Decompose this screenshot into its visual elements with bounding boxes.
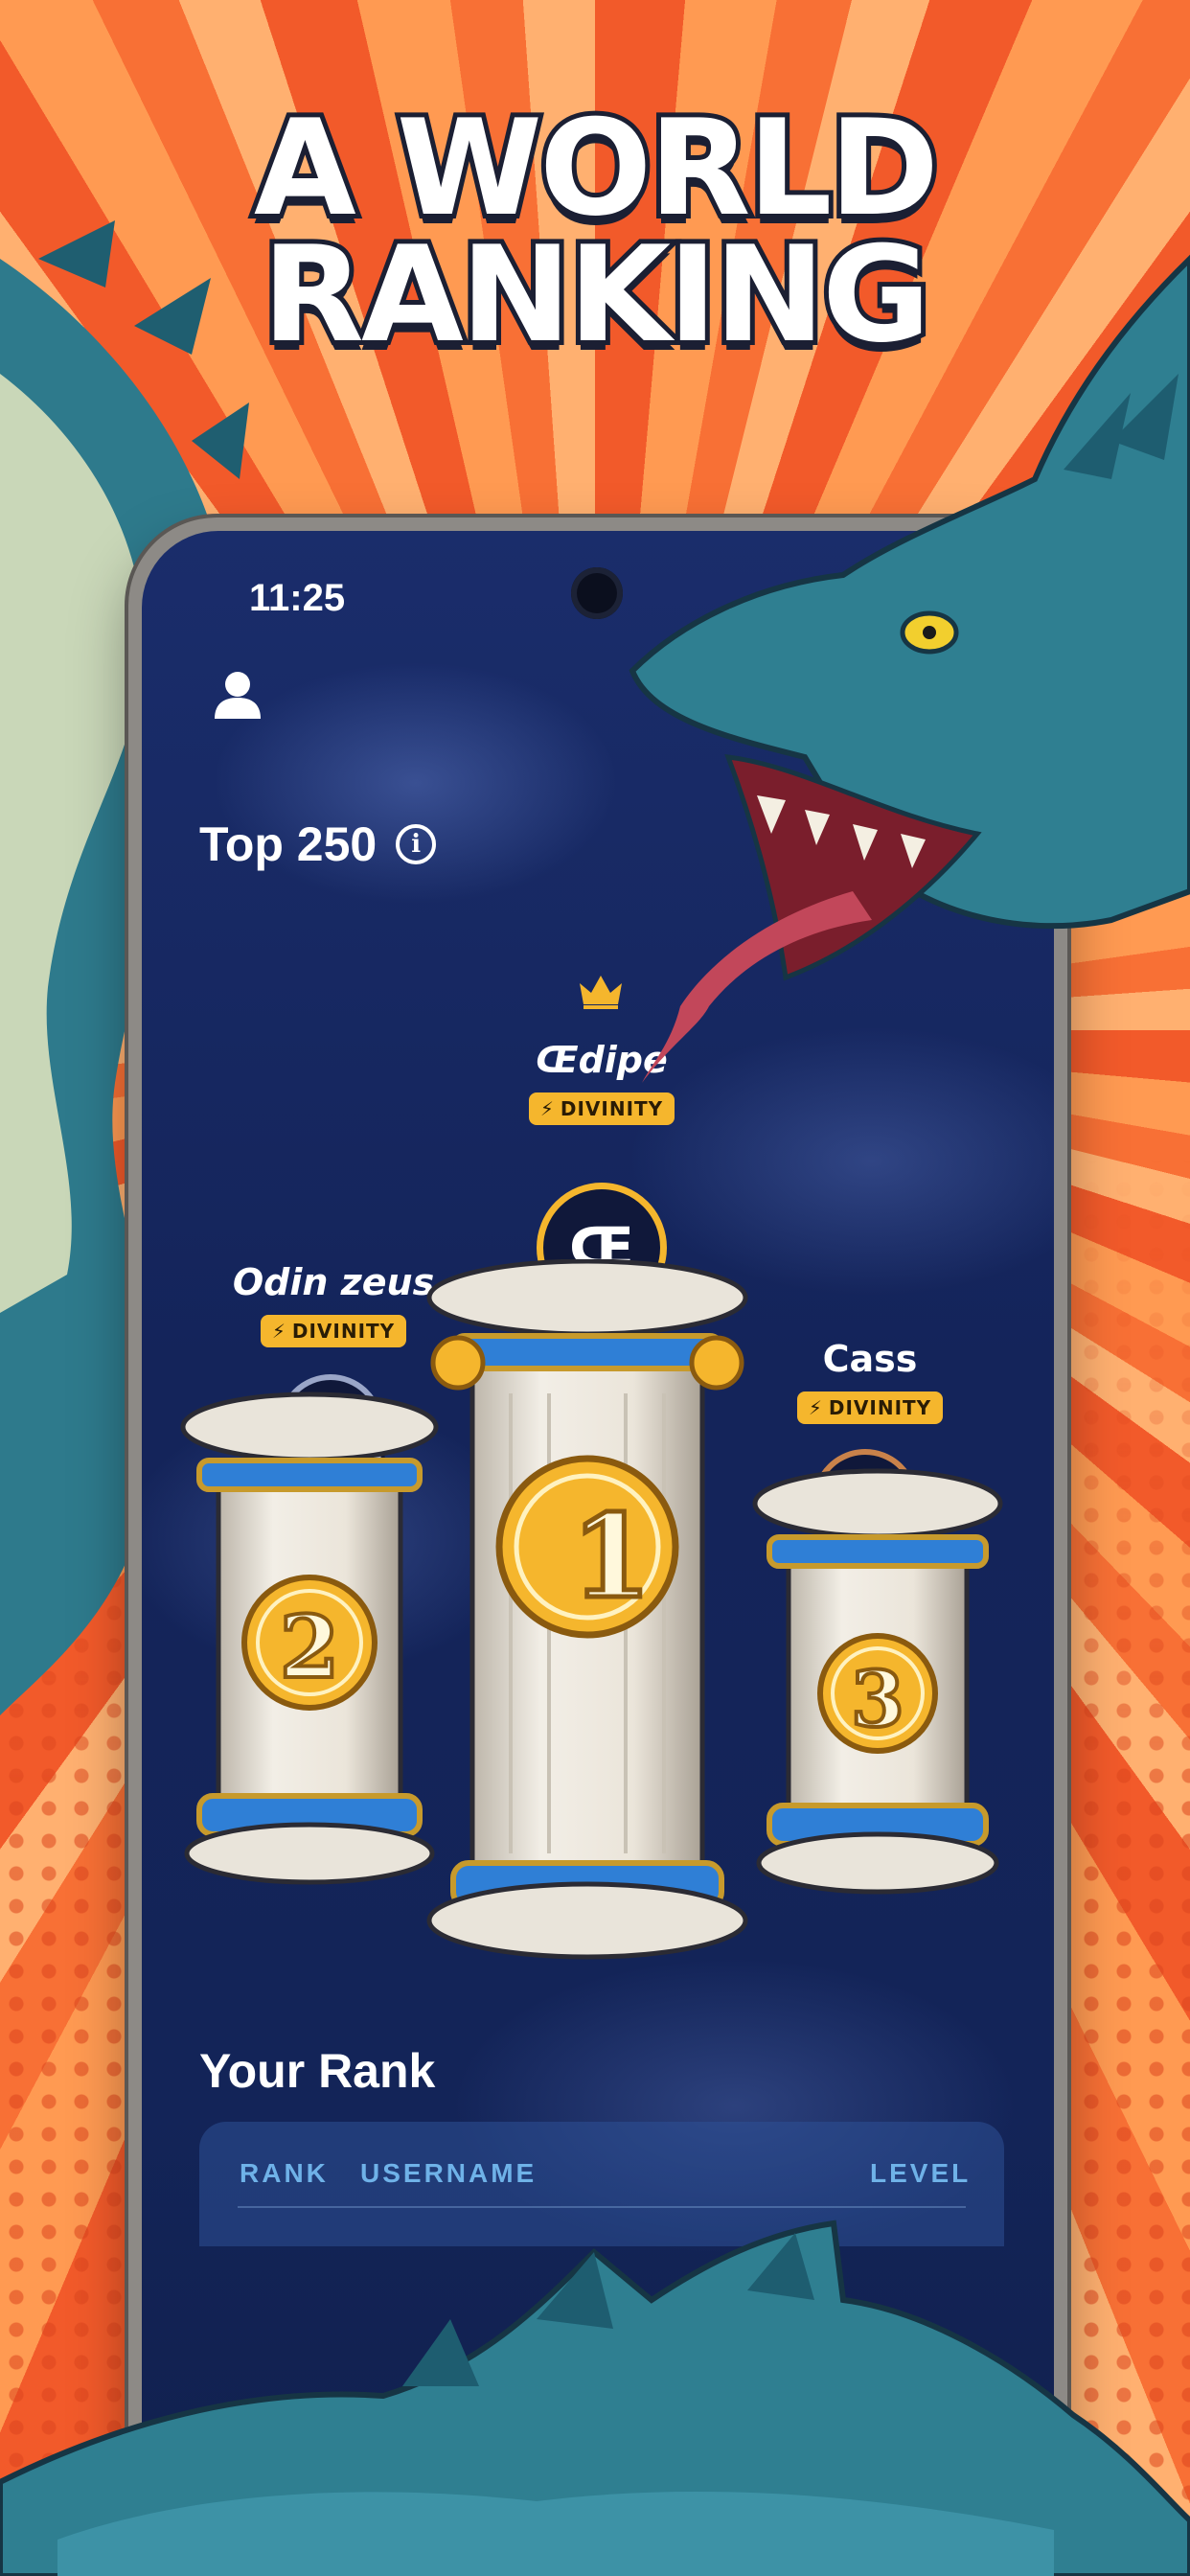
pedestal-number: 3: [849, 1652, 906, 1746]
info-icon[interactable]: i: [396, 824, 437, 864]
status-bar-time: 11:25: [249, 577, 346, 619]
person-icon[interactable]: [209, 665, 266, 723]
rank-badge: ⚡ DIVINITY: [528, 1092, 675, 1125]
pedestal-number: 1: [569, 1487, 654, 1627]
pedestal-number: 2: [278, 1595, 342, 1700]
lightning-icon: ⚡: [539, 1097, 555, 1120]
column-username: USERNAME: [360, 2158, 538, 2188]
your-rank-title: Your Rank: [199, 2044, 436, 2098]
column-level: LEVEL: [870, 2158, 972, 2188]
dragon-body-bottom-illustration: [0, 2220, 1190, 2576]
leaderboard-header: Top 250 i: [199, 816, 437, 872]
dragon-head-illustration: [629, 254, 1190, 1083]
leaderboard-title: Top 250: [199, 817, 378, 871]
column-rank: RANK: [240, 2158, 329, 2188]
